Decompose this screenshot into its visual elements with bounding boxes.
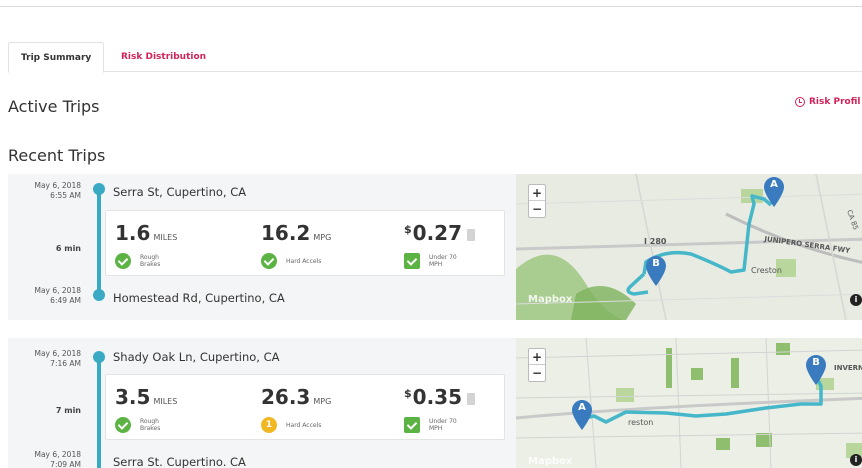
badge-label: Hard Accels <box>286 257 322 265</box>
road-label: I 280 <box>644 237 667 246</box>
mpg-unit: MPG <box>313 233 332 242</box>
trip-timeline <box>97 189 101 293</box>
marker-a-label: A <box>770 179 778 190</box>
cost-stat: $0.27 <box>404 221 476 245</box>
road-label: INVERN <box>834 364 862 372</box>
marker-a-label: A <box>578 402 586 413</box>
zoom-out-button[interactable]: − <box>529 201 545 217</box>
hard-accels-badge: 1 Hard Accels <box>261 417 322 433</box>
trip-duration: 7 min <box>55 406 81 415</box>
clock-icon <box>795 97 805 107</box>
trip-end-time: 7:09 AM <box>50 460 81 468</box>
distance-value: 1.6 <box>115 221 151 245</box>
map-zoom-control: + − <box>528 184 546 218</box>
trip-end-time: 6:49 AM <box>50 296 81 305</box>
trip-start-time: 7:16 AM <box>50 359 81 368</box>
trip-end-address: Homestead Rd, Cupertino, CA <box>113 291 285 305</box>
warning-count-badge: 1 <box>261 417 277 433</box>
badge-label: Under 70 MPH <box>429 254 457 268</box>
cost-stat: $0.35 <box>404 385 476 409</box>
check-icon <box>115 417 131 433</box>
distance-value: 3.5 <box>115 385 151 409</box>
tab-bar: Trip Summary Risk Distribution <box>8 42 862 73</box>
rough-brakes-badge: Rough Brakes <box>115 253 176 269</box>
trip-stats: 3.5 MILES 26.3 MPG $0.35 Rough Brakes 1 Ha… <box>105 374 505 440</box>
trip-start-datetime: May 6, 2018 6:55 AM <box>8 181 81 201</box>
recent-trips-heading: Recent Trips <box>8 146 106 165</box>
mapbox-logo: Mapbox <box>528 456 573 467</box>
trip-start-address: Shady Oak Ln, Cupertino, CA <box>113 350 280 364</box>
marker-b-label: B <box>812 357 820 368</box>
rough-brakes-badge: Rough Brakes <box>115 417 176 433</box>
trip-map[interactable]: reston INVERN A B + − Mapbox i <box>516 338 862 468</box>
trip-map[interactable]: I 280 JUNIPERO SERRA FWY Creston CA 85 A… <box>516 174 862 320</box>
trip-duration: 6 min <box>55 244 81 253</box>
check-icon <box>404 253 420 269</box>
check-icon <box>115 253 131 269</box>
badge-label: Rough Brakes <box>140 418 161 432</box>
map-zoom-control: + − <box>528 348 546 382</box>
trip-start-datetime: May 6, 2018 7:16 AM <box>8 349 81 369</box>
distance-unit: MILES <box>153 233 178 242</box>
cost-value: 0.35 <box>412 385 463 409</box>
zoom-out-button[interactable]: − <box>529 365 545 381</box>
badge-label: Rough Brakes <box>140 254 161 268</box>
check-icon <box>261 253 277 269</box>
mapbox-logo: Mapbox <box>528 294 573 305</box>
trip-end-address: Serra St. Cupertino. CA <box>113 455 246 468</box>
fuel-pump-icon <box>467 229 476 241</box>
trip-start-date: May 6, 2018 <box>34 349 81 358</box>
trip-start-time: 6:55 AM <box>50 191 81 200</box>
trip-stats: 1.6 MILES 16.2 MPG $0.27 Rough Brakes Hard… <box>105 210 505 276</box>
trip-card[interactable]: May 6, 2018 6:55 AM 6 min May 6, 2018 6:… <box>8 174 862 320</box>
currency-symbol: $ <box>404 223 412 236</box>
top-divider <box>0 6 862 7</box>
distance-stat: 3.5 MILES <box>115 385 177 409</box>
zoom-in-button[interactable]: + <box>529 185 545 201</box>
fuel-pump-icon <box>467 393 476 405</box>
trip-end-dot <box>93 289 105 301</box>
under-70-badge: Under 70 MPH <box>404 253 465 269</box>
trip-end-date: May 6, 2018 <box>34 450 81 459</box>
risk-profile-link[interactable]: Risk Profil <box>795 97 860 107</box>
trip-timeline <box>97 357 101 468</box>
trip-start-address: Serra St, Cupertino, CA <box>113 185 247 199</box>
hard-accels-badge: Hard Accels <box>261 253 322 269</box>
tab-risk-distribution[interactable]: Risk Distribution <box>109 42 218 73</box>
mpg-stat: 16.2 MPG <box>261 221 331 245</box>
trip-end-datetime: May 6, 2018 7:09 AM <box>8 450 81 468</box>
trip-end-date: May 6, 2018 <box>34 286 81 295</box>
zoom-in-button[interactable]: + <box>529 349 545 365</box>
info-icon[interactable]: i <box>850 454 862 466</box>
currency-symbol: $ <box>404 387 412 400</box>
mpg-value: 16.2 <box>261 221 311 245</box>
tab-trip-summary[interactable]: Trip Summary <box>8 42 105 73</box>
trip-start-date: May 6, 2018 <box>34 181 81 190</box>
cost-value: 0.27 <box>412 221 463 245</box>
badge-label: Hard Accels <box>286 421 322 429</box>
marker-b-label: B <box>652 258 660 269</box>
app-frame: Trip Summary Risk Distribution Active Tr… <box>0 0 862 468</box>
place-label: reston <box>628 418 654 427</box>
risk-profile-label: Risk Profil <box>809 97 861 107</box>
mpg-value: 26.3 <box>261 385 311 409</box>
badge-label: Under 70 MPH <box>429 418 457 432</box>
trip-end-datetime: May 6, 2018 6:49 AM <box>8 286 81 306</box>
mpg-unit: MPG <box>313 397 332 406</box>
place-label: Creston <box>751 266 782 275</box>
mpg-stat: 26.3 MPG <box>261 385 331 409</box>
check-icon <box>404 417 420 433</box>
info-icon[interactable]: i <box>850 294 862 306</box>
active-trips-heading: Active Trips <box>8 97 100 116</box>
distance-unit: MILES <box>153 397 178 406</box>
trip-card[interactable]: May 6, 2018 7:16 AM 7 min May 6, 2018 7:… <box>8 338 862 468</box>
under-70-badge: Under 70 MPH <box>404 417 465 433</box>
distance-stat: 1.6 MILES <box>115 221 177 245</box>
